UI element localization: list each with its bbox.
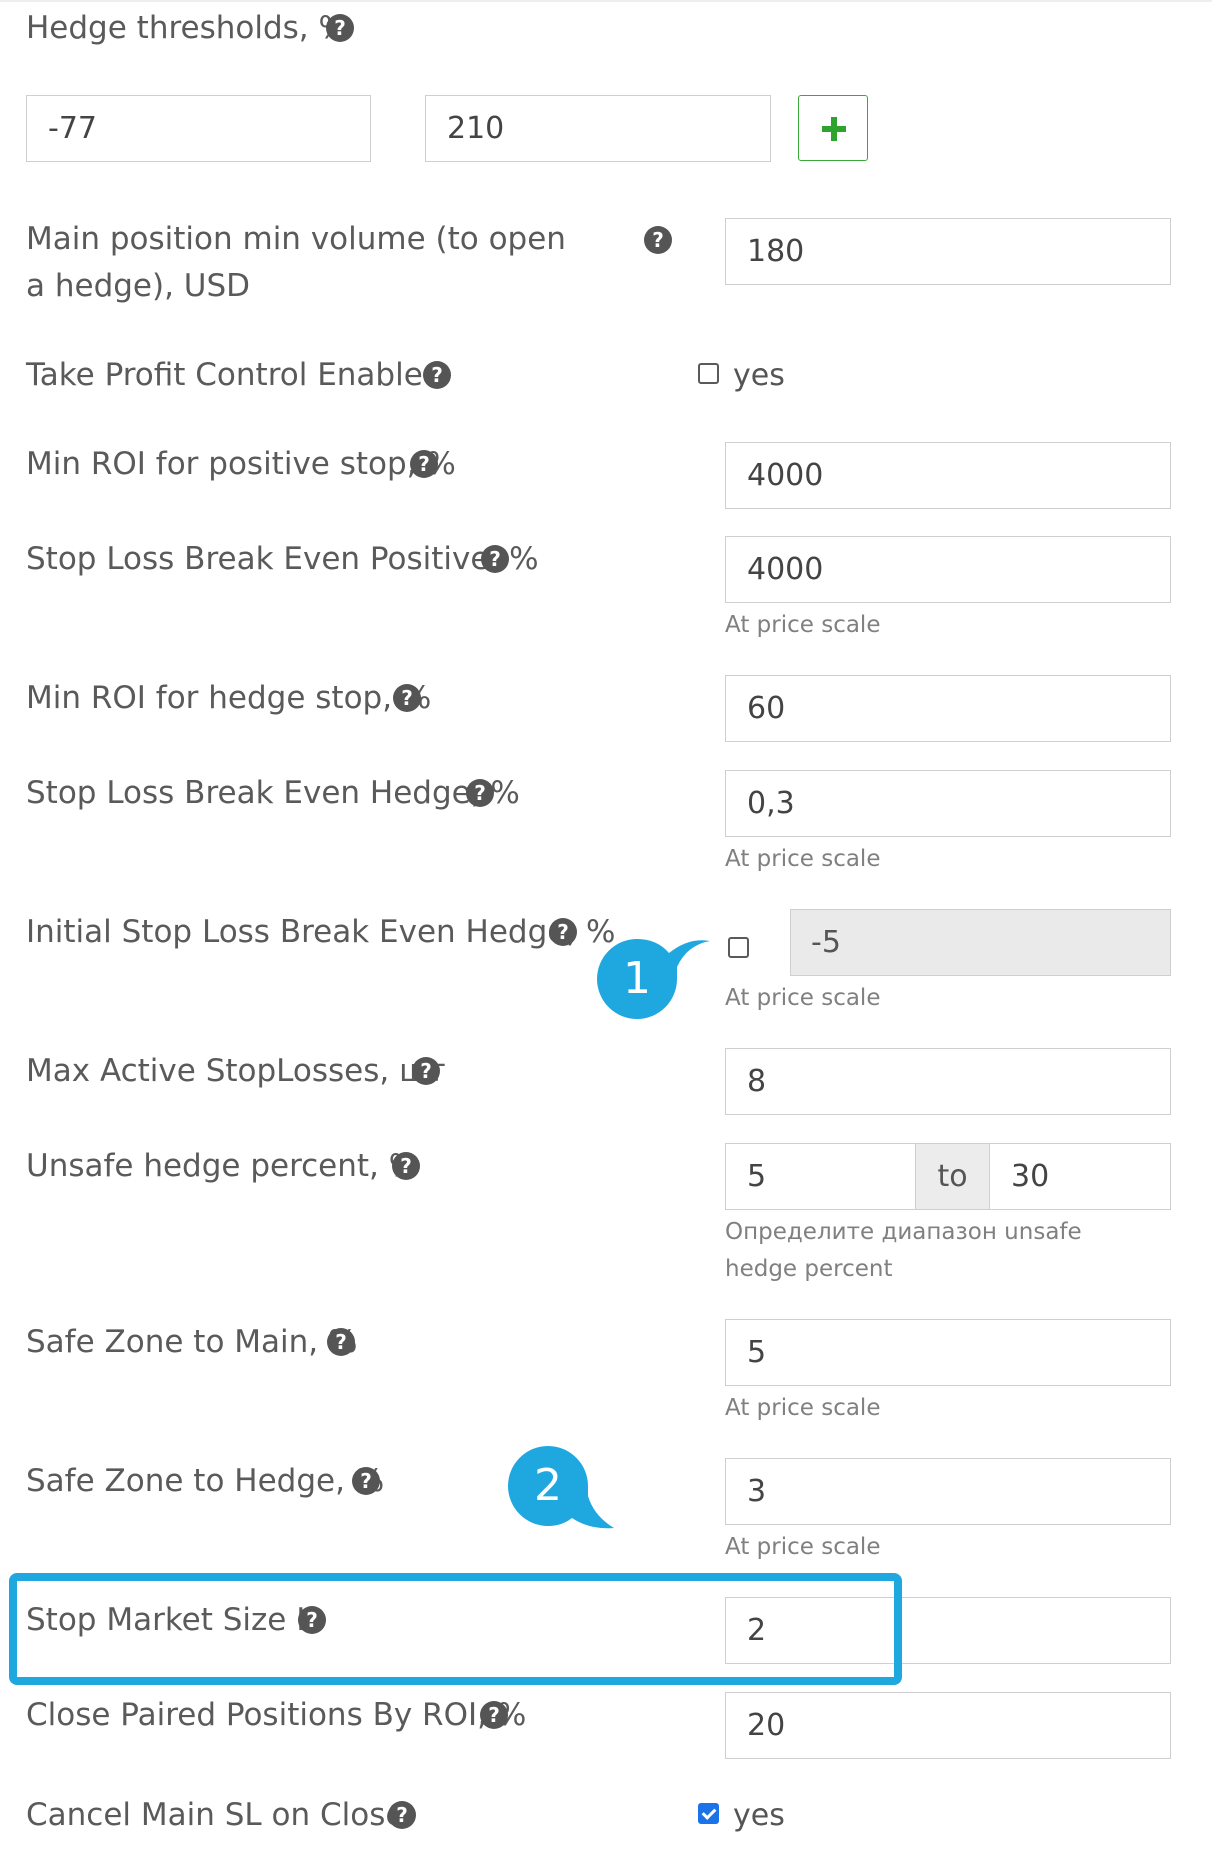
initial-sl-be-hedge-label: Initial Stop Loss Break Even Hedge, %	[26, 914, 616, 950]
question-circle-icon[interactable]: ?	[326, 14, 354, 42]
question-circle-icon[interactable]: ?	[410, 450, 438, 478]
question-circle-icon[interactable]: ?	[352, 1467, 380, 1495]
safe-zone-hedge-input[interactable]: 3	[725, 1458, 1171, 1525]
min-roi-positive-label: Min ROI for positive stop, %	[26, 446, 456, 482]
sl-be-hedge-input[interactable]: 0,3	[725, 770, 1171, 837]
safe-zone-main-input[interactable]: 5	[725, 1319, 1171, 1386]
sl-be-positive-hint: At price scale	[725, 612, 881, 638]
callout-badge-2: 2	[508, 1446, 628, 1566]
initial-sl-be-hedge-hint: At price scale	[725, 985, 881, 1011]
min-roi-positive-input[interactable]: 4000	[725, 442, 1171, 509]
cancel-main-sl-yes-label: yes	[733, 1798, 785, 1833]
main-min-volume-label: Main position min volume (to open a hedg…	[26, 221, 566, 304]
take-profit-control-checkbox[interactable]	[698, 363, 719, 384]
unsafe-hedge-hint: Определите диапазон unsafe hedge percent	[725, 1219, 1082, 1282]
question-circle-icon[interactable]: ?	[392, 1152, 420, 1180]
min-roi-hedge-label: Min ROI for hedge stop, %	[26, 680, 432, 716]
unsafe-hedge-to-input[interactable]: 30	[989, 1143, 1171, 1210]
hedge-threshold-input-2[interactable]: 210	[425, 95, 771, 162]
add-threshold-button[interactable]	[798, 95, 868, 161]
sl-be-hedge-hint: At price scale	[725, 846, 881, 872]
max-active-stoplosses-label: Max Active StopLosses, шт	[26, 1053, 446, 1089]
min-roi-hedge-input[interactable]: 60	[725, 675, 1171, 742]
question-circle-icon[interactable]: ?	[393, 684, 421, 712]
question-circle-icon[interactable]: ?	[412, 1057, 440, 1085]
callout-badge-1: 1	[597, 939, 717, 1059]
hedge-thresholds-label: Hedge thresholds, %	[26, 10, 348, 46]
callout-number: 1	[623, 953, 651, 1004]
top-divider	[0, 0, 1212, 2]
question-circle-icon[interactable]: ?	[466, 779, 494, 807]
sl-be-positive-label: Stop Loss Break Even Positive, %	[26, 541, 539, 577]
initial-sl-be-hedge-checkbox[interactable]	[728, 937, 749, 958]
sl-be-positive-input[interactable]: 4000	[725, 536, 1171, 603]
initial-sl-be-hedge-input: -5	[790, 909, 1171, 976]
max-active-stoplosses-input[interactable]: 8	[725, 1048, 1171, 1115]
question-circle-icon[interactable]: ?	[423, 361, 451, 389]
hedge-threshold-input-1[interactable]: -77	[26, 95, 371, 162]
close-paired-label: Close Paired Positions By ROI, %	[26, 1697, 527, 1733]
question-circle-icon[interactable]: ?	[388, 1801, 416, 1829]
unsafe-hedge-percent-label: Unsafe hedge percent, %	[26, 1148, 419, 1184]
close-paired-input[interactable]: 20	[725, 1692, 1171, 1759]
question-circle-icon[interactable]: ?	[549, 918, 577, 946]
question-circle-icon[interactable]: ?	[481, 545, 509, 573]
take-profit-control-yes-label: yes	[733, 358, 785, 393]
safe-zone-hedge-hint: At price scale	[725, 1534, 881, 1560]
highlight-frame	[9, 1573, 902, 1685]
question-circle-icon[interactable]: ?	[480, 1701, 508, 1729]
unsafe-hedge-from-input[interactable]: 5	[725, 1143, 916, 1210]
question-circle-icon[interactable]: ?	[327, 1328, 355, 1356]
cancel-main-sl-label: Cancel Main SL on Close	[26, 1797, 405, 1833]
question-circle-icon[interactable]: ?	[644, 226, 672, 254]
take-profit-control-label: Take Profit Control Enabled	[26, 357, 443, 393]
safe-zone-hedge-label: Safe Zone to Hedge, %	[26, 1463, 385, 1499]
cancel-main-sl-checkbox[interactable]	[698, 1803, 719, 1824]
sl-be-hedge-label: Stop Loss Break Even Hedge, %	[26, 775, 520, 811]
safe-zone-main-hint: At price scale	[725, 1395, 881, 1421]
range-separator: to	[916, 1143, 989, 1210]
callout-number: 2	[534, 1460, 562, 1511]
main-min-volume-input[interactable]: 180	[725, 218, 1171, 285]
safe-zone-main-label: Safe Zone to Main, %	[26, 1324, 358, 1360]
